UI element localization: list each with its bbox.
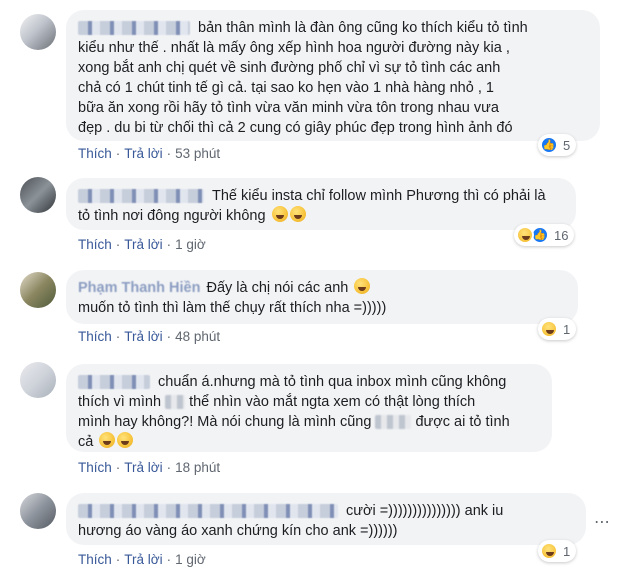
laughing-emoji-icon bbox=[271, 206, 288, 222]
comment-actions: Thích · Trả lời · 1 giờ bbox=[78, 552, 206, 567]
comment-actions: Thích · Trả lời · 48 phút bbox=[78, 329, 221, 344]
reply-link[interactable]: Trả lời bbox=[124, 552, 162, 567]
comment-bubble: Phạm Thanh Hiền Đấy là chị nói các anh mu… bbox=[66, 270, 578, 324]
comment-line: chả có 1 chút tinh tế gì cả. tại sao ko … bbox=[78, 80, 494, 96]
comment-line: muốn tỏ tình thì làm thế chụy rất thích … bbox=[78, 300, 387, 316]
avatar[interactable] bbox=[20, 493, 56, 529]
author-name-redacted[interactable] bbox=[78, 375, 150, 390]
reaction-summary[interactable]: 1 bbox=[538, 540, 577, 562]
reaction-count: 1 bbox=[563, 543, 571, 559]
comment-line: được ai tỏ tình bbox=[415, 414, 510, 430]
smirk-emoji-icon bbox=[99, 432, 116, 448]
comment-line: cả bbox=[78, 434, 94, 450]
comment-line: chuẩn á.nhưng mà tỏ tình qua inbox mình … bbox=[158, 374, 507, 390]
timestamp[interactable]: 1 giờ bbox=[175, 237, 206, 252]
avatar[interactable] bbox=[20, 272, 56, 308]
reaction-count: 1 bbox=[563, 321, 571, 337]
like-icon: 👍 bbox=[540, 136, 558, 154]
haha-icon bbox=[540, 542, 558, 560]
comment-line: kiểu như thế . nhất là mấy ông xếp hình … bbox=[78, 40, 510, 56]
author-name-redacted[interactable] bbox=[78, 504, 338, 519]
comment-line: mình hay không?! Mà nói chung là mình cũ… bbox=[78, 414, 372, 430]
reply-link[interactable]: Trả lời bbox=[124, 237, 162, 252]
more-dots-icon[interactable]: ⋯ bbox=[594, 512, 610, 532]
redacted-text bbox=[165, 395, 186, 410]
comment-line: bữa ăn xong rồi hãy tỏ tình vừa văn minh… bbox=[78, 100, 499, 116]
comment-line: tỏ tình nơi đông người không bbox=[78, 208, 266, 224]
avatar[interactable] bbox=[20, 177, 56, 213]
author-name-redacted[interactable] bbox=[78, 189, 204, 204]
reaction-count: 16 bbox=[554, 227, 569, 243]
reaction-summary[interactable]: 👍 16 bbox=[514, 224, 575, 246]
comment-bubble: cười =))))))))))))))) ank iu hương áo và… bbox=[66, 493, 586, 545]
author-name[interactable]: Phạm Thanh Hiền bbox=[78, 280, 200, 296]
like-link[interactable]: Thích bbox=[78, 329, 112, 344]
comment-bubble: Thế kiểu insta chỉ follow mình Phương th… bbox=[66, 178, 576, 230]
reply-link[interactable]: Trả lời bbox=[124, 460, 162, 475]
reaction-summary[interactable]: 1 bbox=[538, 318, 577, 340]
avatar[interactable] bbox=[20, 14, 56, 50]
laughing-emoji-icon bbox=[289, 206, 306, 222]
comment-line: xong bắt anh chị quét về sinh đường phố … bbox=[78, 60, 501, 76]
reaction-summary[interactable]: 👍 5 bbox=[538, 134, 577, 156]
redacted-text bbox=[375, 415, 412, 430]
comment-line: đẹp . du bi từ chối thì cả 2 cung có giâ… bbox=[78, 120, 513, 136]
comment-line: thích vì mình bbox=[78, 394, 162, 410]
comment-line: thể nhìn vào mắt ngta xem có thật lòng t… bbox=[189, 394, 476, 410]
comment-bubble: chuẩn á.nhưng mà tỏ tình qua inbox mình … bbox=[66, 364, 552, 452]
timestamp[interactable]: 53 phút bbox=[175, 146, 220, 161]
comment-line: bản thân mình là đàn ông cũng ko thích k… bbox=[198, 20, 528, 36]
author-name-redacted[interactable] bbox=[78, 21, 190, 36]
haha-icon bbox=[540, 320, 558, 338]
comment-line: Thế kiểu insta chỉ follow mình Phương th… bbox=[212, 188, 546, 204]
like-link[interactable]: Thích bbox=[78, 460, 112, 475]
comment-actions: Thích · Trả lời · 1 giờ bbox=[78, 237, 206, 252]
timestamp[interactable]: 18 phút bbox=[175, 460, 220, 475]
reply-link[interactable]: Trả lời bbox=[124, 329, 162, 344]
avatar[interactable] bbox=[20, 362, 56, 398]
timestamp[interactable]: 48 phút bbox=[175, 329, 220, 344]
reaction-count: 5 bbox=[563, 137, 571, 153]
comment-line: Đấy là chị nói các anh bbox=[206, 280, 349, 296]
reply-link[interactable]: Trả lời bbox=[124, 146, 162, 161]
grin-emoji-icon bbox=[117, 432, 134, 448]
like-link[interactable]: Thích bbox=[78, 237, 112, 252]
comment-actions: Thích · Trả lời · 53 phút bbox=[78, 146, 221, 161]
comment-actions: Thích · Trả lời · 18 phút bbox=[78, 460, 221, 475]
pacman-emoji-icon bbox=[354, 278, 371, 294]
haha-icon bbox=[516, 226, 534, 244]
comment-line: cười =))))))))))))))) ank iu bbox=[346, 503, 504, 519]
like-link[interactable]: Thích bbox=[78, 146, 112, 161]
timestamp[interactable]: 1 giờ bbox=[175, 552, 206, 567]
comment-line: hương áo vàng áo xanh chứng kín cho ank … bbox=[78, 523, 398, 539]
comment-bubble: bản thân mình là đàn ông cũng ko thích k… bbox=[66, 10, 600, 141]
like-link[interactable]: Thích bbox=[78, 552, 112, 567]
